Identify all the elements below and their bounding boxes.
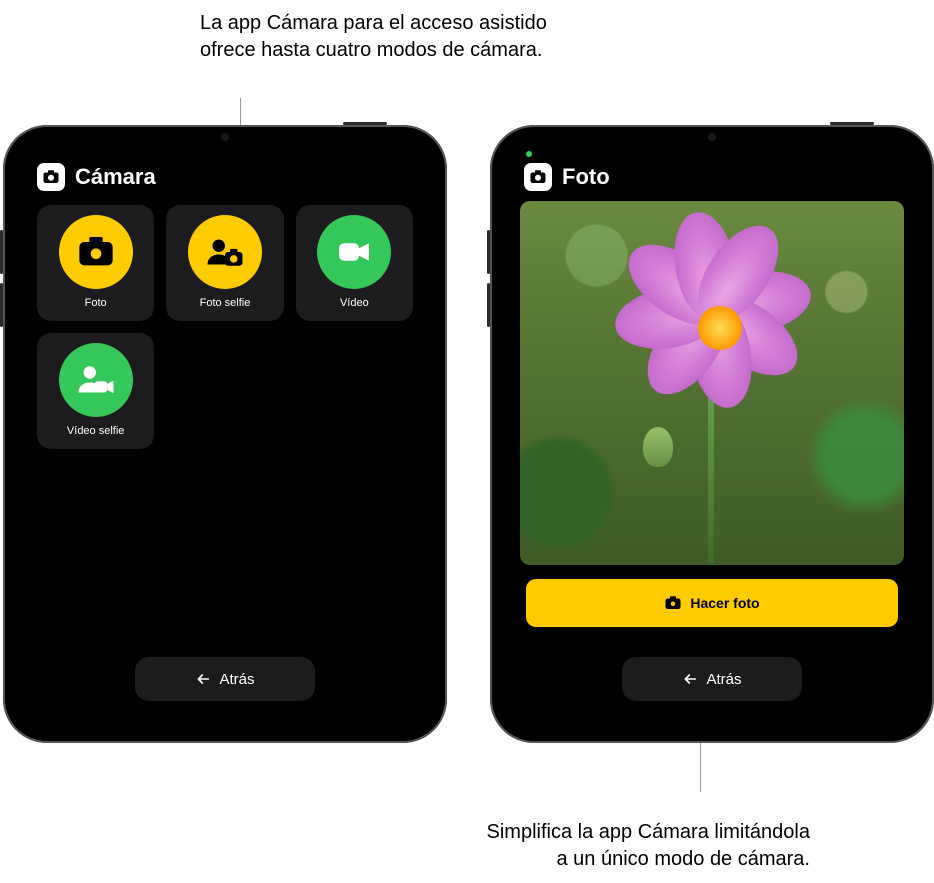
selfie-photo-icon [188, 215, 262, 289]
device-frame-left: Cámara Foto Foto [3, 125, 447, 743]
power-button [830, 122, 874, 125]
arrow-left-icon [195, 671, 211, 687]
volume-button [0, 230, 3, 274]
camera-icon [664, 594, 682, 612]
camera-app-icon [524, 163, 552, 191]
camera-app-icon [37, 163, 65, 191]
power-button [343, 122, 387, 125]
front-camera-dot [221, 133, 229, 141]
mode-tile-foto[interactable]: Foto [37, 205, 154, 321]
volume-button [487, 230, 490, 274]
arrow-left-icon [682, 671, 698, 687]
video-icon [317, 215, 391, 289]
device-frame-right: Foto Hacer foto [490, 125, 934, 743]
camera-viewfinder [520, 201, 904, 565]
volume-button [487, 283, 490, 327]
back-label: Atrás [219, 671, 254, 688]
camera-icon [59, 215, 133, 289]
mode-label: Vídeo [340, 297, 369, 309]
callout-top-text: La app Cámara para el acceso asistido of… [200, 10, 560, 64]
app-title: Cámara [75, 164, 156, 190]
screen-right: Foto Hacer foto [510, 145, 914, 723]
mode-label: Foto [85, 297, 107, 309]
app-title: Foto [562, 164, 610, 190]
mode-label: Foto selfie [200, 297, 251, 309]
mode-label: Vídeo selfie [67, 425, 124, 437]
selfie-video-icon [59, 343, 133, 417]
app-header: Cámara [23, 145, 427, 199]
back-label: Atrás [706, 671, 741, 688]
app-header: Foto [510, 145, 914, 199]
callout-bottom-text: Simplifica la app Cámara limitándola a u… [470, 819, 810, 873]
back-button[interactable]: Atrás [135, 657, 315, 701]
capture-label: Hacer foto [690, 595, 759, 611]
front-camera-dot [708, 133, 716, 141]
mode-grid: Foto Foto selfie [23, 199, 427, 455]
mode-tile-video-selfie[interactable]: Vídeo selfie [37, 333, 154, 449]
back-button[interactable]: Atrás [622, 657, 802, 701]
mode-tile-foto-selfie[interactable]: Foto selfie [166, 205, 283, 321]
take-photo-button[interactable]: Hacer foto [526, 579, 898, 627]
screen-left: Cámara Foto Foto [23, 145, 427, 723]
camera-in-use-indicator [526, 151, 532, 157]
volume-button [0, 283, 3, 327]
mode-tile-video[interactable]: Vídeo [296, 205, 413, 321]
